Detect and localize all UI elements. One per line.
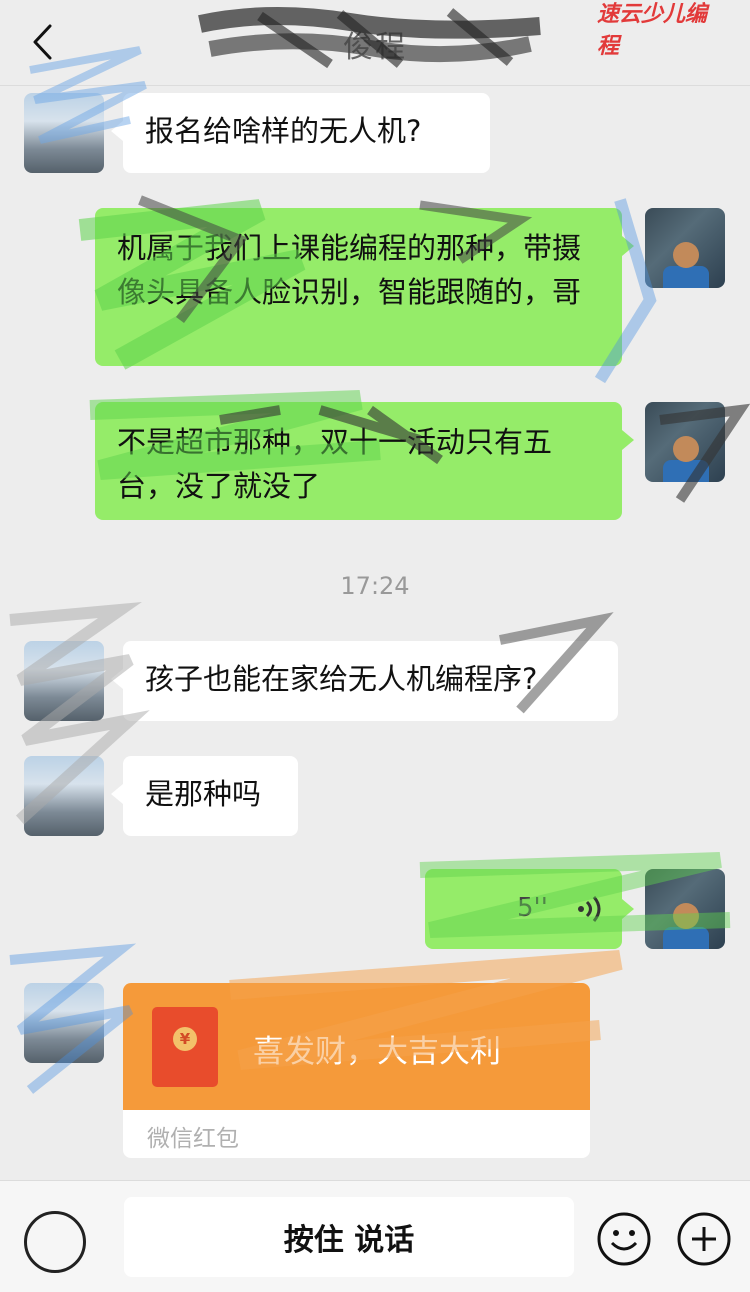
- voice-mode-button[interactable]: [24, 1211, 86, 1273]
- chat-screen: 俊程 速云少儿编程 报名给啥样的无人机? 机属于我们上课能编程的那种，带摄像头具…: [0, 0, 750, 1292]
- message-text: 报名给啥样的无人机?: [145, 114, 422, 148]
- input-bar: 按住 说话: [0, 1180, 750, 1292]
- timestamp: 17:24: [340, 572, 410, 600]
- message-bubble[interactable]: 报名给啥样的无人机?: [111, 93, 490, 173]
- message-text: 不是超市那种，双十一活动只有五台，没了就没了: [117, 425, 553, 503]
- red-packet[interactable]: ¥ 喜发财，大吉大利 微信红包: [123, 983, 590, 1158]
- message-text: 孩子也能在家给无人机编程序?: [145, 662, 538, 696]
- voice-wave-icon: [578, 896, 601, 922]
- user-avatar[interactable]: [645, 208, 725, 288]
- message-bubble[interactable]: 是那种吗: [111, 756, 298, 836]
- contact-avatar[interactable]: [24, 641, 104, 721]
- contact-avatar[interactable]: [24, 93, 104, 173]
- contact-avatar[interactable]: [24, 756, 104, 836]
- message-bubble[interactable]: 不是超市那种，双十一活动只有五台，没了就没了: [95, 402, 634, 520]
- red-packet-label: 微信红包: [147, 1126, 239, 1152]
- user-avatar[interactable]: [645, 869, 725, 949]
- voice-message[interactable]: 5'': [425, 869, 634, 949]
- contact-avatar[interactable]: [24, 983, 104, 1063]
- brand-logo: 速云少儿编程: [597, 2, 708, 59]
- message-text: 机属于我们上课能编程的那种，带摄像头具备人脸识别，智能跟随的，哥: [117, 231, 582, 309]
- smile-icon[interactable]: [596, 1211, 652, 1267]
- plus-circle-icon[interactable]: [676, 1211, 732, 1267]
- red-packet-message: 喜发财，大吉大利: [253, 1034, 501, 1070]
- message-text: 是那种吗: [145, 777, 262, 811]
- message-bubble[interactable]: 机属于我们上课能编程的那种，带摄像头具备人脸识别，智能跟随的，哥: [95, 208, 634, 366]
- hold-to-talk-button[interactable]: 按住 说话: [124, 1197, 574, 1277]
- nav-bar: 俊程 速云少儿编程: [0, 0, 750, 86]
- red-envelope-icon: ¥: [152, 1007, 218, 1087]
- redaction-scribble: [198, 6, 541, 69]
- voice-duration: 5'': [517, 893, 548, 923]
- coin-icon: ¥: [173, 1027, 197, 1051]
- user-avatar[interactable]: [645, 402, 725, 482]
- message-bubble[interactable]: 孩子也能在家给无人机编程序?: [111, 641, 618, 721]
